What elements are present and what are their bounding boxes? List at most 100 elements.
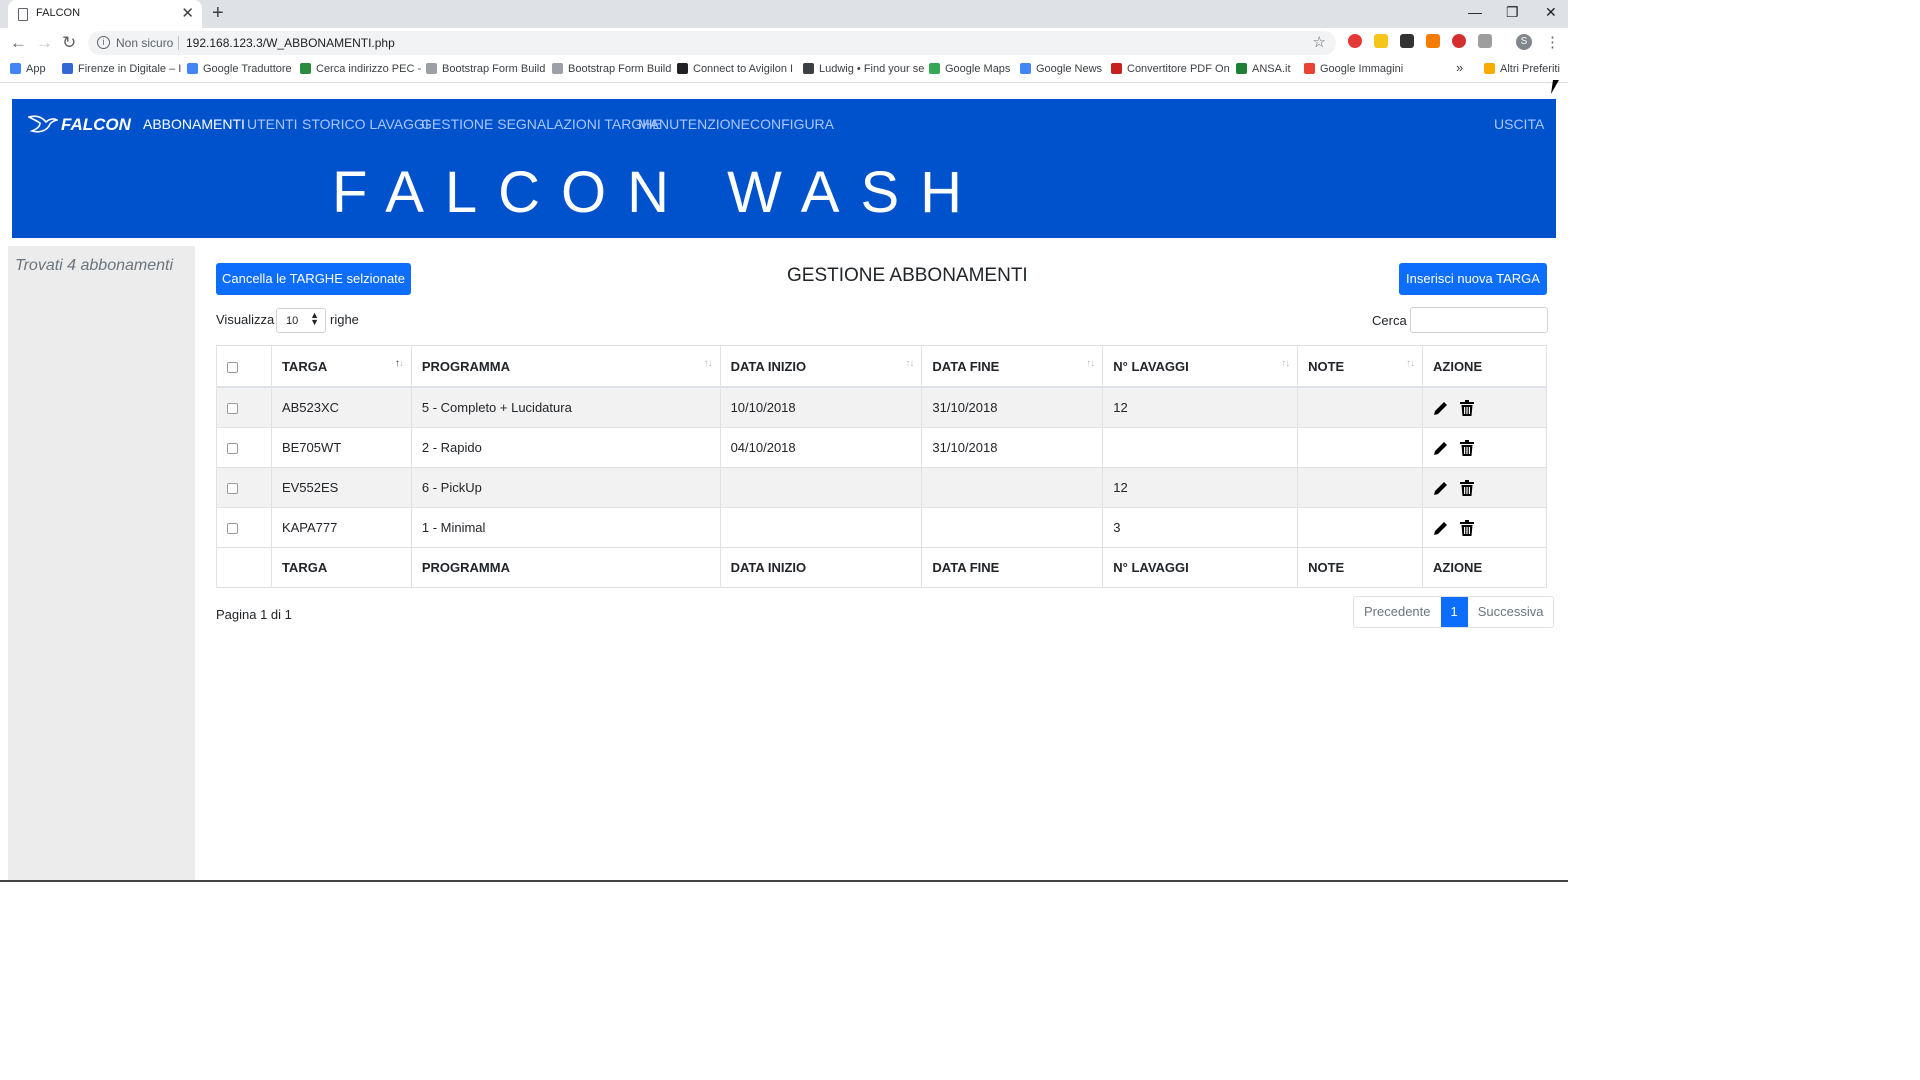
reload-icon[interactable]: ↻ bbox=[62, 33, 76, 53]
row-checkbox[interactable] bbox=[227, 443, 238, 455]
cell-note bbox=[1297, 467, 1423, 508]
sort-icon[interactable]: ↑↓ bbox=[905, 358, 914, 369]
adblock-extension-icon[interactable] bbox=[1452, 34, 1466, 48]
cell-programma: 6 - PickUp bbox=[410, 467, 721, 508]
bookmark-item[interactable]: Google Traduttore bbox=[187, 63, 292, 75]
address-bar[interactable]: i Non sicuro 192.168.123.3/W_ABBONAMENTI… bbox=[88, 31, 1336, 55]
edit-icon[interactable] bbox=[1433, 480, 1449, 496]
footer-empty-cell bbox=[216, 547, 272, 588]
row-checkbox[interactable] bbox=[227, 483, 238, 495]
sort-icon[interactable]: ↑↓ bbox=[395, 358, 404, 369]
row-select-cell bbox=[216, 507, 272, 548]
extension-icon[interactable] bbox=[1374, 34, 1388, 48]
table-row: AB523XC 5 - Completo + Lucidatura 10/10/… bbox=[216, 386, 1547, 428]
bookmark-favicon bbox=[803, 63, 814, 74]
edit-icon[interactable] bbox=[1433, 400, 1449, 416]
next-page-button[interactable]: Successiva bbox=[1468, 597, 1554, 627]
bookmark-item[interactable]: Google Immagini bbox=[1304, 63, 1403, 75]
bookmark-favicon bbox=[1304, 63, 1315, 74]
footer-data-fine: DATA FINE bbox=[921, 547, 1104, 588]
cell-note bbox=[1297, 427, 1423, 468]
qr-extension-icon[interactable] bbox=[1400, 34, 1414, 48]
footer-data-inizio: DATA INIZIO bbox=[719, 547, 923, 588]
bookmark-favicon bbox=[426, 63, 437, 74]
column-header-targa[interactable]: TARGA ↑↓ bbox=[270, 345, 412, 388]
info-icon[interactable]: i bbox=[97, 36, 110, 49]
browser-toolbar: ← → ↻ i Non sicuro 192.168.123.3/W_ABBON… bbox=[0, 28, 1568, 58]
bookmark-item[interactable]: Google Maps bbox=[929, 63, 1010, 75]
page-1-button[interactable]: 1 bbox=[1440, 597, 1468, 627]
bookmark-favicon bbox=[187, 63, 198, 74]
close-tab-icon[interactable]: ✕ bbox=[181, 4, 194, 22]
minimize-icon[interactable]: — bbox=[1468, 4, 1482, 20]
bookmark-item[interactable]: Google News bbox=[1020, 63, 1102, 75]
sort-icon[interactable]: ↑↓ bbox=[1086, 358, 1095, 369]
search-input[interactable] bbox=[1410, 307, 1548, 333]
profile-avatar[interactable]: S bbox=[1516, 34, 1532, 50]
browser-tab[interactable]: FALCON ✕ bbox=[8, 0, 202, 28]
nav-gestione-segnalazioni-targhe[interactable]: GESTIONE SEGNALAZIONI TARGHE bbox=[421, 116, 662, 132]
cell-lavaggi: 3 bbox=[1102, 507, 1299, 548]
close-window-icon[interactable]: ✕ bbox=[1545, 4, 1557, 21]
bookmark-item[interactable]: Bootstrap Form Build bbox=[426, 63, 545, 75]
column-header-note[interactable]: NOTE ↑↓ bbox=[1297, 345, 1423, 388]
previous-page-button[interactable]: Precedente bbox=[1354, 597, 1441, 627]
nav-abbonamenti[interactable]: ABBONAMENTI bbox=[143, 116, 245, 132]
cell-programma: 1 - Minimal bbox=[410, 507, 721, 548]
url-text[interactable]: 192.168.123.3/W_ABBONAMENTI.php bbox=[186, 36, 395, 50]
sort-icon[interactable]: ↑↓ bbox=[704, 358, 713, 369]
bookmark-item[interactable]: ANSA.it bbox=[1236, 63, 1291, 75]
bookmark-item[interactable]: App bbox=[10, 63, 46, 75]
more-bookmarks-icon[interactable]: » bbox=[1456, 60, 1463, 75]
column-header-programma[interactable]: PROGRAMMA ↑↓ bbox=[410, 345, 721, 388]
nav-configura[interactable]: CONFIGURA bbox=[750, 116, 834, 132]
sort-icon[interactable]: ↑↓ bbox=[1406, 358, 1415, 369]
footer-azione: AZIONE bbox=[1422, 547, 1547, 588]
delete-icon[interactable] bbox=[1459, 479, 1474, 496]
back-icon[interactable]: ← bbox=[10, 33, 27, 53]
restore-icon[interactable]: ❐ bbox=[1506, 4, 1519, 21]
row-checkbox[interactable] bbox=[227, 523, 238, 535]
select-arrows-icon: ▲ ▼ bbox=[310, 310, 319, 327]
footer-targa: TARGA bbox=[270, 547, 412, 588]
bookmark-star-icon[interactable]: ☆ bbox=[1313, 33, 1326, 51]
bookmark-item[interactable]: Cerca indirizzo PEC - bbox=[300, 63, 421, 75]
bookmark-item[interactable]: Convertitore PDF On bbox=[1111, 63, 1230, 75]
cell-data-fine bbox=[921, 467, 1104, 508]
opera-extension-icon[interactable] bbox=[1348, 34, 1362, 48]
nav-manutenzione[interactable]: MANUTENZIONE bbox=[638, 116, 750, 132]
nav-utenti[interactable]: UTENTI bbox=[247, 116, 298, 132]
other-bookmarks[interactable]: Altri Preferiti bbox=[1484, 63, 1560, 75]
cell-programma: 5 - Completo + Lucidatura bbox=[410, 386, 721, 428]
delete-icon[interactable] bbox=[1459, 519, 1474, 536]
rss-extension-icon[interactable] bbox=[1426, 34, 1440, 48]
cell-data-inizio bbox=[719, 467, 923, 508]
bookmark-item[interactable]: Ludwig • Find your se bbox=[803, 63, 924, 75]
row-checkbox[interactable] bbox=[227, 403, 238, 415]
extension-icon[interactable] bbox=[1478, 34, 1492, 48]
bookmark-item[interactable]: Bootstrap Form Build bbox=[552, 63, 671, 75]
insert-plate-button[interactable]: Inserisci nuova TARGA bbox=[1399, 263, 1547, 295]
new-tab-icon[interactable]: + bbox=[212, 2, 224, 25]
delete-icon[interactable] bbox=[1459, 399, 1474, 416]
column-header-data-fine[interactable]: DATA FINE ↑↓ bbox=[921, 345, 1104, 388]
not-secure-label: Non sicuro bbox=[116, 36, 174, 50]
bookmark-favicon bbox=[1236, 63, 1247, 74]
rows-per-page-select[interactable]: 10 ▲ ▼ bbox=[276, 308, 326, 333]
logout-link[interactable]: USCITA bbox=[1494, 116, 1544, 132]
bookmark-item[interactable]: Connect to Avigilon I bbox=[677, 63, 793, 75]
browser-menu-icon[interactable]: ⋮ bbox=[1545, 33, 1560, 51]
select-all-checkbox[interactable] bbox=[227, 361, 238, 373]
falcon-logo[interactable]: FALCON bbox=[26, 113, 131, 135]
app-header: FALCON ABBONAMENTI UTENTI STORICO LAVAGG… bbox=[12, 99, 1556, 238]
bookmark-item[interactable]: Firenze in Digitale – I bbox=[62, 63, 181, 75]
column-header-lavaggi[interactable]: N° LAVAGGI ↑↓ bbox=[1102, 345, 1299, 388]
delete-selected-button[interactable]: Cancella le TARGHE selzionate bbox=[216, 263, 411, 295]
sort-icon[interactable]: ↑↓ bbox=[1281, 358, 1290, 369]
edit-icon[interactable] bbox=[1433, 520, 1449, 536]
delete-icon[interactable] bbox=[1459, 439, 1474, 456]
nav-storico-lavaggi[interactable]: STORICO LAVAGGI bbox=[302, 116, 429, 132]
forward-icon[interactable]: → bbox=[36, 33, 53, 53]
column-header-data-inizio[interactable]: DATA INIZIO ↑↓ bbox=[719, 345, 923, 388]
edit-icon[interactable] bbox=[1433, 440, 1449, 456]
